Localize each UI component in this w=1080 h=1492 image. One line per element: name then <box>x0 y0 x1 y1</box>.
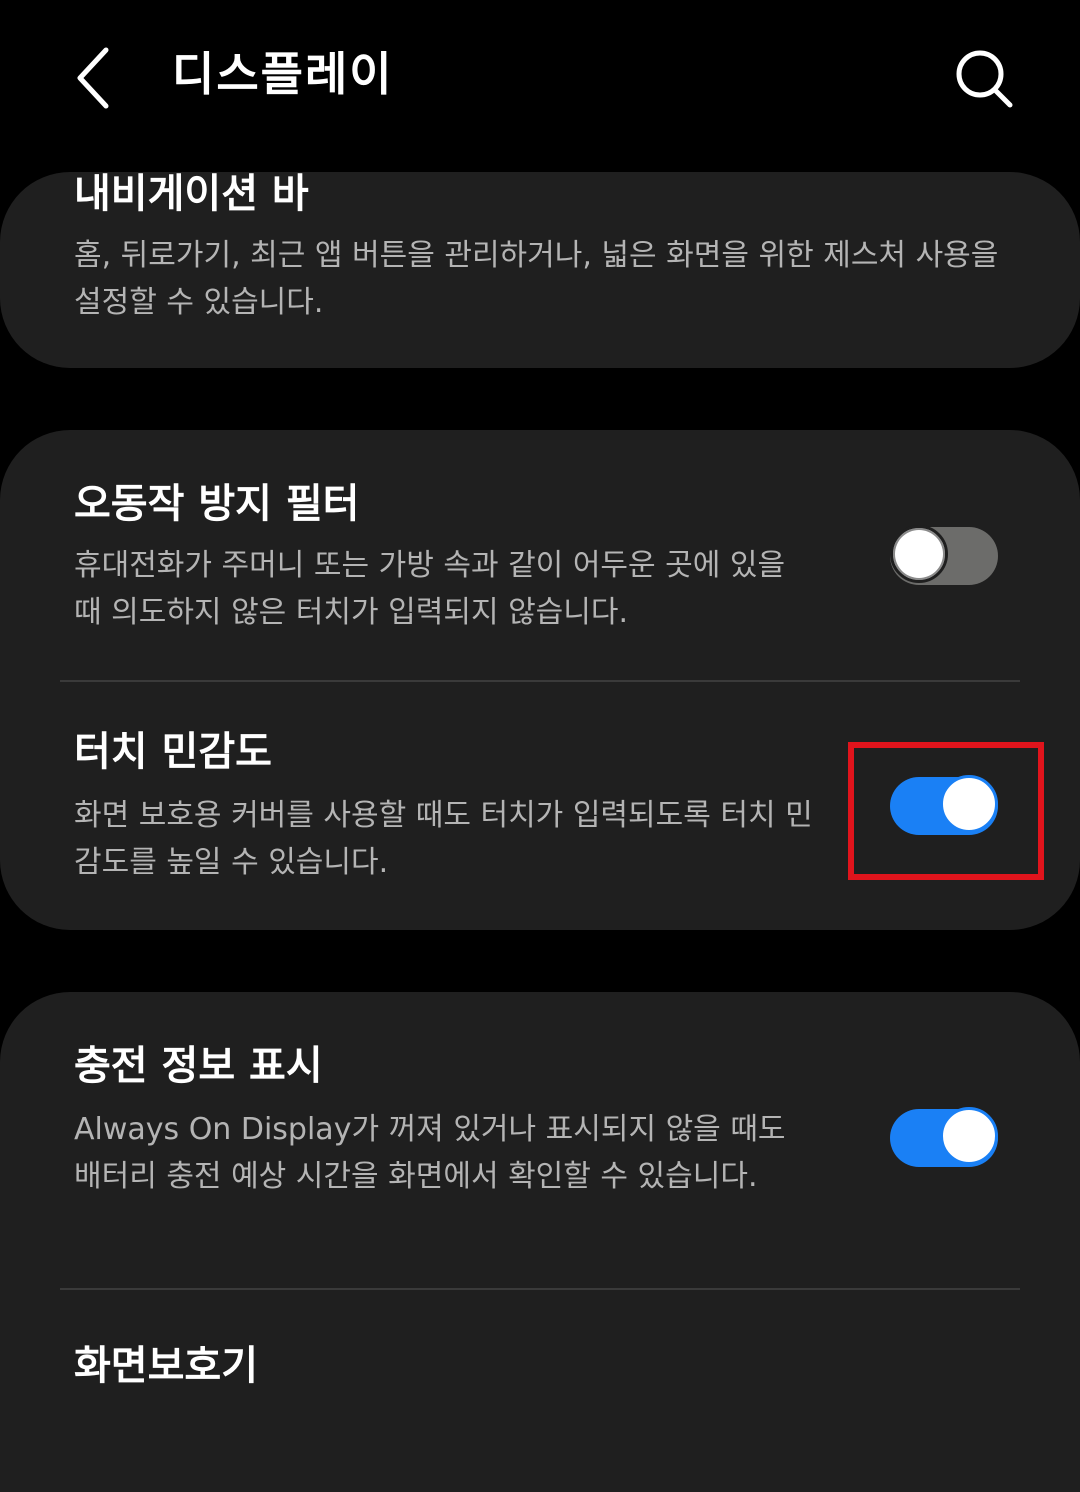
accidental-touch-title: 오동작 방지 필터 <box>74 481 360 527</box>
charging-info-toggle[interactable] <box>890 1107 998 1167</box>
page-title: 디스플레이 <box>172 47 394 101</box>
charging-info-description: Always On Display가 꺼져 있거나 표시되지 않을 때도 배터리… <box>74 1112 786 1194</box>
navigation-bar-setting[interactable]: 내비게이션 바 홈, 뒤로가기, 최근 앱 버튼을 관리하거나, 넓은 화면을 … <box>0 172 1080 368</box>
navigation-bar-title: 내비게이션 바 <box>74 172 309 217</box>
navigation-bar-card: 내비게이션 바 홈, 뒤로가기, 최근 앱 버튼을 관리하거나, 넓은 화면을 … <box>0 172 1080 368</box>
app-header: 디스플레이 <box>0 0 1080 160</box>
toggle-knob <box>940 1107 998 1165</box>
touch-sensitivity-setting[interactable]: 터치 민감도 화면 보호용 커버를 사용할 때도 터치가 입력되도록 터치 민감… <box>0 682 1080 930</box>
navigation-bar-description: 홈, 뒤로가기, 최근 앱 버튼을 관리하거나, 넓은 화면을 위한 제스처 사… <box>74 238 999 320</box>
toggle-knob <box>940 775 998 833</box>
toggle-knob <box>890 525 948 583</box>
chevron-left-icon <box>77 47 109 109</box>
accidental-touch-toggle[interactable] <box>890 525 998 585</box>
charging-info-title: 충전 정보 표시 <box>74 1043 323 1089</box>
accidental-touch-setting[interactable]: 오동작 방지 필터 휴대전화가 주머니 또는 가방 속과 같이 어두운 곳에 있… <box>0 430 1080 680</box>
touch-settings-card: 오동작 방지 필터 휴대전화가 주머니 또는 가방 속과 같이 어두운 곳에 있… <box>0 430 1080 930</box>
search-icon <box>956 50 1013 108</box>
touch-sensitivity-toggle[interactable] <box>890 775 998 835</box>
search-button[interactable] <box>948 44 1020 116</box>
screen-saver-setting[interactable]: 화면보호기 <box>0 1290 1080 1490</box>
charging-settings-card: 충전 정보 표시 Always On Display가 꺼져 있거나 표시되지 … <box>0 992 1080 1492</box>
charging-info-setting[interactable]: 충전 정보 표시 Always On Display가 꺼져 있거나 표시되지 … <box>0 992 1080 1288</box>
back-button[interactable] <box>62 40 126 116</box>
touch-sensitivity-title: 터치 민감도 <box>74 729 272 775</box>
touch-sensitivity-description: 화면 보호용 커버를 사용할 때도 터치가 입력되도록 터치 민감도를 높일 수… <box>74 798 813 880</box>
accidental-touch-description: 휴대전화가 주머니 또는 가방 속과 같이 어두운 곳에 있을 때 의도하지 않… <box>74 548 786 630</box>
screen-saver-title: 화면보호기 <box>74 1343 258 1389</box>
